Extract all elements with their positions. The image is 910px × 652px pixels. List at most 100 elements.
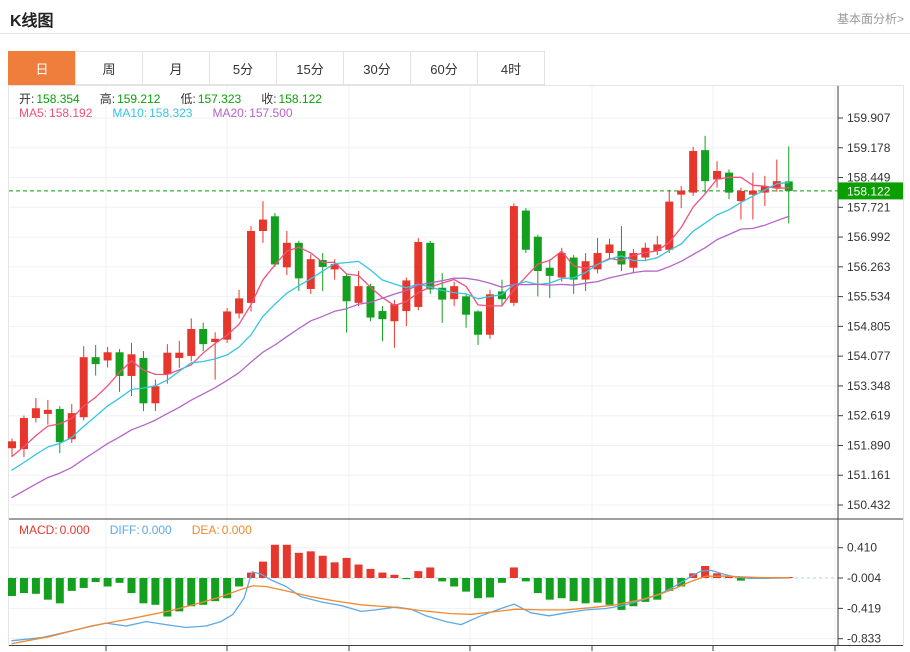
macd-bar <box>116 578 124 583</box>
candlestick <box>486 294 494 334</box>
candlestick <box>139 358 147 403</box>
candlestick <box>271 216 279 264</box>
macd-bar <box>438 578 446 581</box>
macd-bar <box>534 578 542 593</box>
macd-bar <box>319 556 327 578</box>
price-axis-label: 152.619 <box>847 409 891 423</box>
candlestick <box>701 150 709 181</box>
price-axis-label: 156.263 <box>847 260 891 274</box>
macd-bar <box>56 578 64 603</box>
candlestick <box>725 173 733 193</box>
macd-bar <box>343 558 351 578</box>
macd-axis-label: 0.410 <box>847 541 877 555</box>
candlestick <box>510 206 518 303</box>
price-axis-label: 159.907 <box>847 111 891 125</box>
price-axis-label: 150.432 <box>847 498 891 512</box>
candlestick <box>462 296 470 314</box>
price-axis-label: 155.534 <box>847 290 891 304</box>
candlestick <box>402 280 410 311</box>
macd-bar <box>390 575 398 578</box>
price-axis-label: 157.721 <box>847 200 891 214</box>
tab-period-日[interactable]: 日 <box>8 51 76 85</box>
kline-app: { "header": { "title": "K线图", "link": "基… <box>0 0 910 650</box>
macd-bar <box>44 578 52 600</box>
candlestick <box>187 329 195 356</box>
macd-bar <box>92 578 100 582</box>
macd-bar <box>104 578 112 586</box>
tab-period-月[interactable]: 月 <box>142 51 210 85</box>
candlestick <box>343 276 351 301</box>
macd-bar <box>139 578 147 603</box>
candlestick <box>163 353 171 375</box>
macd-bar <box>8 578 16 596</box>
macd-bar <box>235 578 243 586</box>
macd-bar <box>367 569 375 578</box>
macd-bar <box>570 578 578 601</box>
candlestick <box>175 353 183 358</box>
macd-bar <box>331 562 339 578</box>
price-axis-label: 154.805 <box>847 319 891 333</box>
macd-bar <box>498 578 506 583</box>
candlestick <box>474 311 482 334</box>
macd-bar <box>426 567 434 578</box>
candlestick <box>235 298 243 313</box>
macd-bar <box>20 578 28 593</box>
macd-bar <box>283 545 291 578</box>
macd-bar <box>582 578 590 603</box>
candlestick <box>677 191 685 195</box>
macd-bar <box>606 578 614 605</box>
price-axis-label: 156.992 <box>847 230 891 244</box>
current-price-badge-value: 158.122 <box>847 184 891 198</box>
candlestick <box>546 268 554 276</box>
macd-bar <box>151 578 159 605</box>
candlestick <box>355 286 363 303</box>
candlestick <box>307 259 315 289</box>
macd-bar <box>510 567 518 578</box>
macd-bar <box>295 553 303 578</box>
tab-period-60分[interactable]: 60分 <box>410 51 478 85</box>
macd-axis-label: -0.004 <box>847 571 881 585</box>
candlestick <box>247 231 255 303</box>
macd-bar <box>355 565 363 578</box>
header-bar <box>0 0 910 34</box>
macd-bar <box>474 578 482 598</box>
tab-period-周[interactable]: 周 <box>75 51 143 85</box>
tab-period-15分[interactable]: 15分 <box>276 51 344 85</box>
macd-bar <box>32 578 40 594</box>
candlestick <box>151 386 159 403</box>
chart-container: 159.907159.178158.449157.721156.992156.2… <box>8 85 904 646</box>
macd-bar <box>128 578 136 593</box>
candlestick <box>104 352 112 360</box>
macd-bar <box>546 578 554 600</box>
macd-bar <box>187 578 195 606</box>
macd-bar <box>68 578 76 591</box>
candlestick <box>8 441 16 448</box>
macd-bar <box>450 578 458 586</box>
candlestick <box>32 408 40 418</box>
price-axis-label: 151.161 <box>847 468 891 482</box>
price-axis-label: 159.178 <box>847 141 891 155</box>
macd-bar <box>402 578 410 579</box>
fundamental-analysis-link[interactable]: 基本面分析> <box>837 10 904 27</box>
macd-bar <box>307 551 315 578</box>
macd-bar <box>594 578 602 603</box>
tab-period-30分[interactable]: 30分 <box>343 51 411 85</box>
candlestick <box>378 311 386 319</box>
tab-period-5分[interactable]: 5分 <box>209 51 277 85</box>
macd-axis-label: -0.833 <box>847 632 881 646</box>
kline-chart-svg: 159.907159.178158.449157.721156.992156.2… <box>9 86 903 652</box>
candlestick <box>319 260 327 267</box>
macd-bar <box>271 545 279 578</box>
macd-bar <box>462 578 470 592</box>
candlestick <box>44 410 52 414</box>
period-tabs: 日周月5分15分30分60分4时 <box>8 51 545 85</box>
candlestick <box>56 409 64 442</box>
candlestick <box>617 251 625 264</box>
macd-bar <box>175 578 183 611</box>
tab-period-4时[interactable]: 4时 <box>477 51 545 85</box>
macd-bar <box>80 578 88 588</box>
candlestick <box>199 329 207 344</box>
candlestick <box>259 220 267 231</box>
macd-bar <box>378 573 386 578</box>
candlestick <box>390 304 398 321</box>
